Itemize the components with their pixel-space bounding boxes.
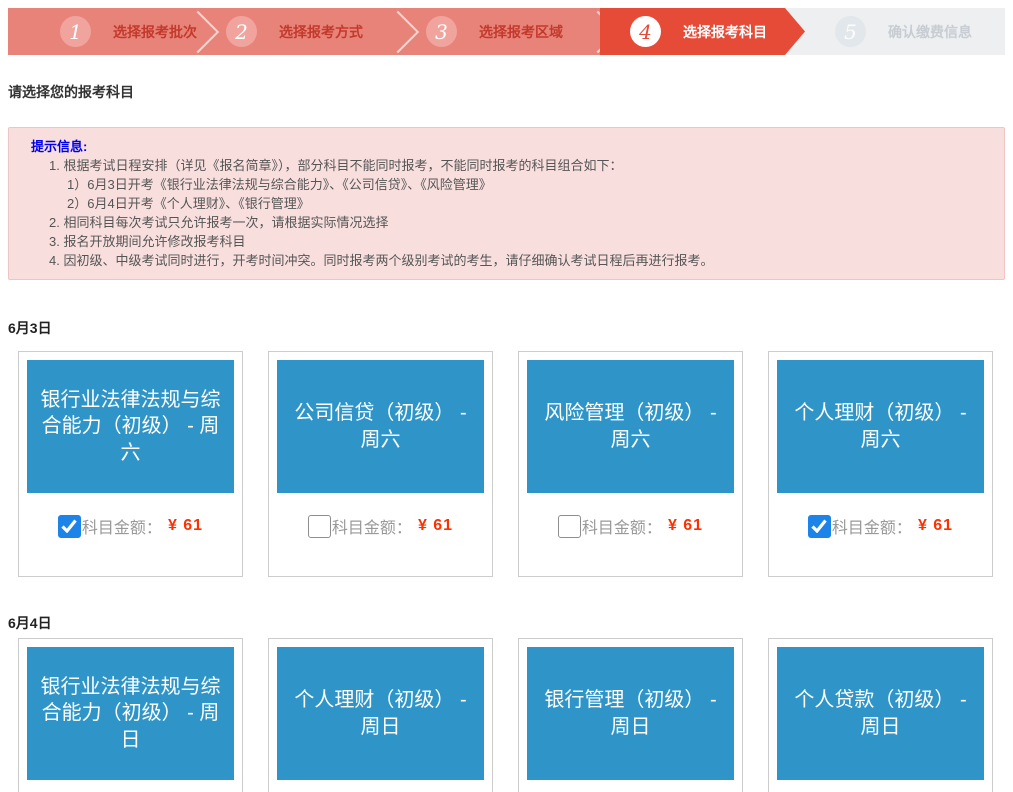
wizard-step-1: 1 选择报考批次 — [8, 8, 200, 55]
exam-registration-page: 1 选择报考批次 2 选择报考方式 3 选择报考区域 4 选择报考科目 5 确认… — [0, 0, 1013, 792]
subject-card: 银行管理（初级） - 周日 — [518, 638, 743, 792]
subject-tile[interactable]: 银行业法律法规与综合能力（初级） - 周日 — [27, 647, 234, 780]
price-row: 科目金额： ¥ 61 — [777, 514, 984, 538]
price-label: 科目金额： — [332, 514, 412, 538]
subject-card: 个人贷款（初级） - 周日 — [768, 638, 993, 792]
wizard-step-3: 3 选择报考区域 — [400, 8, 600, 55]
subject-tile[interactable]: 个人理财（初级） - 周六 — [777, 360, 984, 493]
step-number-badge: 3 — [426, 16, 457, 47]
subject-checkbox[interactable] — [808, 515, 831, 538]
step-number-badge: 2 — [226, 16, 257, 47]
subject-tile[interactable]: 个人贷款（初级） - 周日 — [777, 647, 984, 780]
checkmark-icon — [61, 519, 77, 533]
price-row: 科目金额： ¥ 61 — [527, 514, 734, 538]
wizard-step-5: 5 确认缴费信息 — [805, 8, 1005, 55]
checkmark-icon — [811, 519, 827, 533]
notice-line: 2）6月4日开考《个人理财》、《银行管理》 — [31, 194, 984, 213]
subject-checkbox[interactable] — [308, 515, 331, 538]
notice-line: 3. 报名开放期间允许修改报考科目 — [31, 232, 984, 251]
notice-line: 1）6月3日开考《银行业法律法规与综合能力》、《公司信贷》、《风险管理》 — [31, 175, 984, 194]
step-label: 选择报考科目 — [683, 22, 767, 42]
subject-card: 个人理财（初级） - 周六 科目金额： ¥ 61 — [768, 351, 993, 577]
subject-card-row: 银行业法律法规与综合能力（初级） - 周日 个人理财（初级） - 周日 银行管理… — [18, 638, 993, 792]
wizard-step-2: 2 选择报考方式 — [200, 8, 400, 55]
price-label: 科目金额： — [582, 514, 662, 538]
page-title: 请选择您的报考科目 — [8, 82, 134, 102]
wizard-step-4: 4 选择报考科目 — [600, 8, 805, 55]
section-date-heading: 6月4日 — [8, 613, 52, 633]
subject-checkbox[interactable] — [558, 515, 581, 538]
price-value: ¥ 61 — [168, 517, 203, 535]
subject-tile[interactable]: 风险管理（初级） - 周六 — [527, 360, 734, 493]
price-label: 科目金额： — [832, 514, 912, 538]
subject-tile[interactable]: 公司信贷（初级） - 周六 — [277, 360, 484, 493]
subject-checkbox[interactable] — [58, 515, 81, 538]
subject-card-row: 银行业法律法规与综合能力（初级） - 周六 科目金额： ¥ 61 公司信贷（初级… — [18, 351, 993, 577]
price-row: 科目金额： ¥ 61 — [27, 514, 234, 538]
step-label: 选择报考批次 — [113, 22, 197, 42]
subject-card: 银行业法律法规与综合能力（初级） - 周日 — [18, 638, 243, 792]
price-value: ¥ 61 — [918, 517, 953, 535]
subject-card: 银行业法律法规与综合能力（初级） - 周六 科目金额： ¥ 61 — [18, 351, 243, 577]
notice-title: 提示信息: — [31, 137, 984, 156]
price-value: ¥ 61 — [418, 517, 453, 535]
step-number-badge: 1 — [60, 16, 91, 47]
subject-tile[interactable]: 银行业法律法规与综合能力（初级） - 周六 — [27, 360, 234, 493]
price-value: ¥ 61 — [668, 517, 703, 535]
section-date-heading: 6月3日 — [8, 318, 52, 338]
step-number-badge: 4 — [630, 16, 661, 47]
subject-tile[interactable]: 银行管理（初级） - 周日 — [527, 647, 734, 780]
notice-line: 4. 因初级、中级考试同时进行，开考时间冲突。同时报考两个级别考试的考生，请仔细… — [31, 251, 984, 270]
step-label: 选择报考区域 — [479, 22, 563, 42]
step-number-badge: 5 — [835, 16, 866, 47]
subject-card: 公司信贷（初级） - 周六 科目金额： ¥ 61 — [268, 351, 493, 577]
notice-line: 1. 根据考试日程安排（详见《报名简章》），部分科目不能同时报考，不能同时报考的… — [31, 156, 984, 175]
subject-card: 风险管理（初级） - 周六 科目金额： ¥ 61 — [518, 351, 743, 577]
step-label: 确认缴费信息 — [888, 22, 972, 42]
step-wizard: 1 选择报考批次 2 选择报考方式 3 选择报考区域 4 选择报考科目 5 确认… — [8, 8, 1005, 55]
subject-card: 个人理财（初级） - 周日 — [268, 638, 493, 792]
step-label: 选择报考方式 — [279, 22, 363, 42]
price-row: 科目金额： ¥ 61 — [277, 514, 484, 538]
price-label: 科目金额： — [82, 514, 162, 538]
notice-line: 2. 相同科目每次考试只允许报考一次，请根据实际情况选择 — [31, 213, 984, 232]
subject-tile[interactable]: 个人理财（初级） - 周日 — [277, 647, 484, 780]
notice-box: 提示信息: 1. 根据考试日程安排（详见《报名简章》），部分科目不能同时报考，不… — [8, 127, 1005, 280]
